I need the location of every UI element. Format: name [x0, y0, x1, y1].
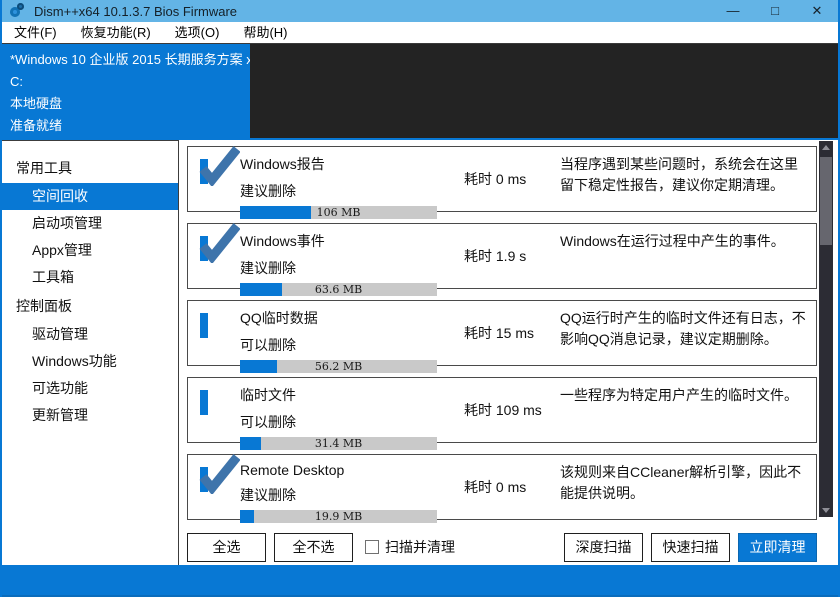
item-advice: 建议删除: [240, 258, 438, 278]
session-tab-line: 本地硬盘: [10, 93, 250, 115]
close-button[interactable]: ✕: [796, 0, 838, 22]
item-scan-time: 耗时 0 ms: [464, 477, 560, 497]
size-progress-bar: 31.4 MB: [240, 437, 437, 450]
cleanup-item-row: Remote Desktop 建议删除 19.9 MB 耗时 0 ms 该规则来…: [187, 454, 817, 520]
item-checkbox[interactable]: [200, 390, 208, 415]
size-progress-bar: 19.9 MB: [240, 510, 437, 523]
item-checkbox[interactable]: [200, 159, 208, 184]
item-size: 56.2 MB: [240, 360, 437, 373]
cleanup-item-row: QQ临时数据 可以删除 56.2 MB 耗时 15 ms QQ运行时产生的临时文…: [187, 300, 817, 366]
cleanup-item-row: 临时文件 可以删除 31.4 MB 耗时 109 ms 一些程序为特定用户产生的…: [187, 377, 817, 443]
quick-scan-button[interactable]: 快速扫描: [651, 533, 730, 562]
scroll-down-icon[interactable]: [819, 503, 833, 517]
checkbox-cell: [200, 224, 240, 288]
window-title: Dism++x64 10.1.3.7 Bios Firmware: [34, 4, 237, 19]
session-tab-line: C:: [10, 71, 250, 93]
client-area: 常用工具空间回收启动项管理Appx管理工具箱控制面板驱动管理Windows功能可…: [2, 140, 838, 565]
dism-window: Dism++x64 10.1.3.7 Bios Firmware — □ ✕ 文…: [0, 0, 840, 597]
item-advice: 建议删除: [240, 181, 438, 201]
cleanup-list: Windows报告 建议删除 106 MB 耗时 0 ms 当程序遇到某些问题时…: [179, 140, 838, 531]
item-advice: 可以删除: [240, 335, 438, 355]
checkbox-cell: [200, 147, 240, 211]
item-title: 临时文件: [240, 385, 438, 405]
clean-now-button[interactable]: 立即清理: [738, 533, 817, 562]
item-advice: 可以删除: [240, 412, 438, 432]
item-size: 19.9 MB: [240, 510, 437, 523]
cleanup-item-row: Windows报告 建议删除 106 MB 耗时 0 ms 当程序遇到某些问题时…: [187, 146, 817, 212]
item-description: 当程序遇到某些问题时，系统会在这里留下稳定性报告，建议你定期清理。: [560, 147, 806, 211]
menu-bar: 文件(F)恢复功能(R)选项(O)帮助(H): [2, 22, 838, 44]
image-tab-strip: *Windows 10 企业版 2015 长期服务方案 x6C:本地硬盘准备就绪: [2, 44, 838, 140]
item-title: Remote Desktop: [240, 462, 438, 478]
sidebar: 常用工具空间回收启动项管理Appx管理工具箱控制面板驱动管理Windows功能可…: [2, 140, 179, 565]
item-description: 一些程序为特定用户产生的临时文件。: [560, 378, 806, 442]
size-progress-bar: 63.6 MB: [240, 283, 437, 296]
item-description: 该规则来自CCleaner解析引擎，因此不能提供说明。: [560, 455, 806, 519]
item-main-column: 临时文件 可以删除 31.4 MB: [240, 378, 438, 442]
item-title: QQ临时数据: [240, 308, 438, 328]
item-title: Windows事件: [240, 231, 438, 251]
window-controls: — □ ✕: [712, 0, 838, 22]
checkbox-cell: [200, 301, 240, 365]
item-scan-time: 耗时 0 ms: [464, 169, 560, 189]
item-checkbox[interactable]: [200, 467, 208, 492]
sidebar-item[interactable]: 启动项管理: [2, 210, 178, 237]
item-scan-time: 耗时 1.9 s: [464, 246, 560, 266]
scroll-up-icon[interactable]: [819, 141, 833, 155]
item-checkbox[interactable]: [200, 236, 208, 261]
size-progress-bar: 56.2 MB: [240, 360, 437, 373]
item-advice: 建议删除: [240, 485, 438, 505]
item-description: QQ运行时产生的临时文件还有日志，不影响QQ消息记录，建议定期删除。: [560, 301, 806, 365]
sidebar-section-header: 控制面板: [2, 291, 178, 321]
item-main-column: Windows事件 建议删除 63.6 MB: [240, 224, 438, 288]
sidebar-item[interactable]: Windows功能: [2, 348, 178, 375]
item-scan-time: 耗时 109 ms: [464, 400, 560, 420]
item-size: 31.4 MB: [240, 437, 437, 450]
item-size: 63.6 MB: [240, 283, 437, 296]
menu-item[interactable]: 帮助(H): [231, 22, 299, 43]
sidebar-item[interactable]: 更新管理: [2, 402, 178, 429]
sidebar-item[interactable]: 可选功能: [2, 375, 178, 402]
select-none-button[interactable]: 全不选: [274, 533, 353, 562]
session-tab-line: 准备就绪: [10, 115, 250, 137]
sidebar-item[interactable]: 驱动管理: [2, 321, 178, 348]
item-main-column: QQ临时数据 可以删除 56.2 MB: [240, 301, 438, 365]
item-scan-time: 耗时 15 ms: [464, 323, 560, 343]
menu-item[interactable]: 恢复功能(R): [69, 22, 163, 43]
deep-scan-button[interactable]: 深度扫描: [564, 533, 643, 562]
checkbox-cell: [200, 455, 240, 519]
item-checkbox[interactable]: [200, 313, 208, 338]
item-title: Windows报告: [240, 154, 438, 174]
menu-item[interactable]: 选项(O): [163, 22, 232, 43]
item-description: Windows在运行过程中产生的事件。: [560, 224, 806, 288]
item-main-column: Windows报告 建议删除 106 MB: [240, 147, 438, 211]
status-bar: [2, 565, 838, 597]
select-all-button[interactable]: 全选: [187, 533, 266, 562]
minimize-button[interactable]: —: [712, 0, 754, 22]
checkbox-cell: [200, 378, 240, 442]
scan-and-clean-option: 扫描并清理: [365, 537, 455, 557]
sidebar-item[interactable]: 工具箱: [2, 264, 178, 291]
menu-item[interactable]: 文件(F): [2, 22, 69, 43]
scan-and-clean-label: 扫描并清理: [385, 537, 455, 557]
app-gears-icon: [8, 3, 28, 19]
sidebar-section-header: 常用工具: [2, 153, 178, 183]
item-size: 106 MB: [240, 206, 437, 219]
title-bar: Dism++x64 10.1.3.7 Bios Firmware — □ ✕: [2, 0, 838, 22]
scan-and-clean-checkbox[interactable]: [365, 540, 379, 554]
sidebar-item[interactable]: Appx管理: [2, 237, 178, 264]
maximize-button[interactable]: □: [754, 0, 796, 22]
scrollbar[interactable]: [819, 141, 833, 517]
action-bar: 全选 全不选 扫描并清理 深度扫描 快速扫描 立即清理: [179, 531, 838, 569]
main-panel: Windows报告 建议删除 106 MB 耗时 0 ms 当程序遇到某些问题时…: [179, 140, 838, 565]
item-main-column: Remote Desktop 建议删除 19.9 MB: [240, 455, 438, 519]
session-tab-line: *Windows 10 企业版 2015 长期服务方案 x6: [10, 49, 250, 71]
cleanup-item-row: Windows事件 建议删除 63.6 MB 耗时 1.9 s Windows在…: [187, 223, 817, 289]
gear-small-icon: [17, 3, 24, 10]
sidebar-item[interactable]: 空间回收: [2, 183, 178, 210]
size-progress-bar: 106 MB: [240, 206, 437, 219]
scrollbar-thumb[interactable]: [820, 157, 832, 245]
session-tab[interactable]: *Windows 10 企业版 2015 长期服务方案 x6C:本地硬盘准备就绪: [2, 44, 250, 138]
